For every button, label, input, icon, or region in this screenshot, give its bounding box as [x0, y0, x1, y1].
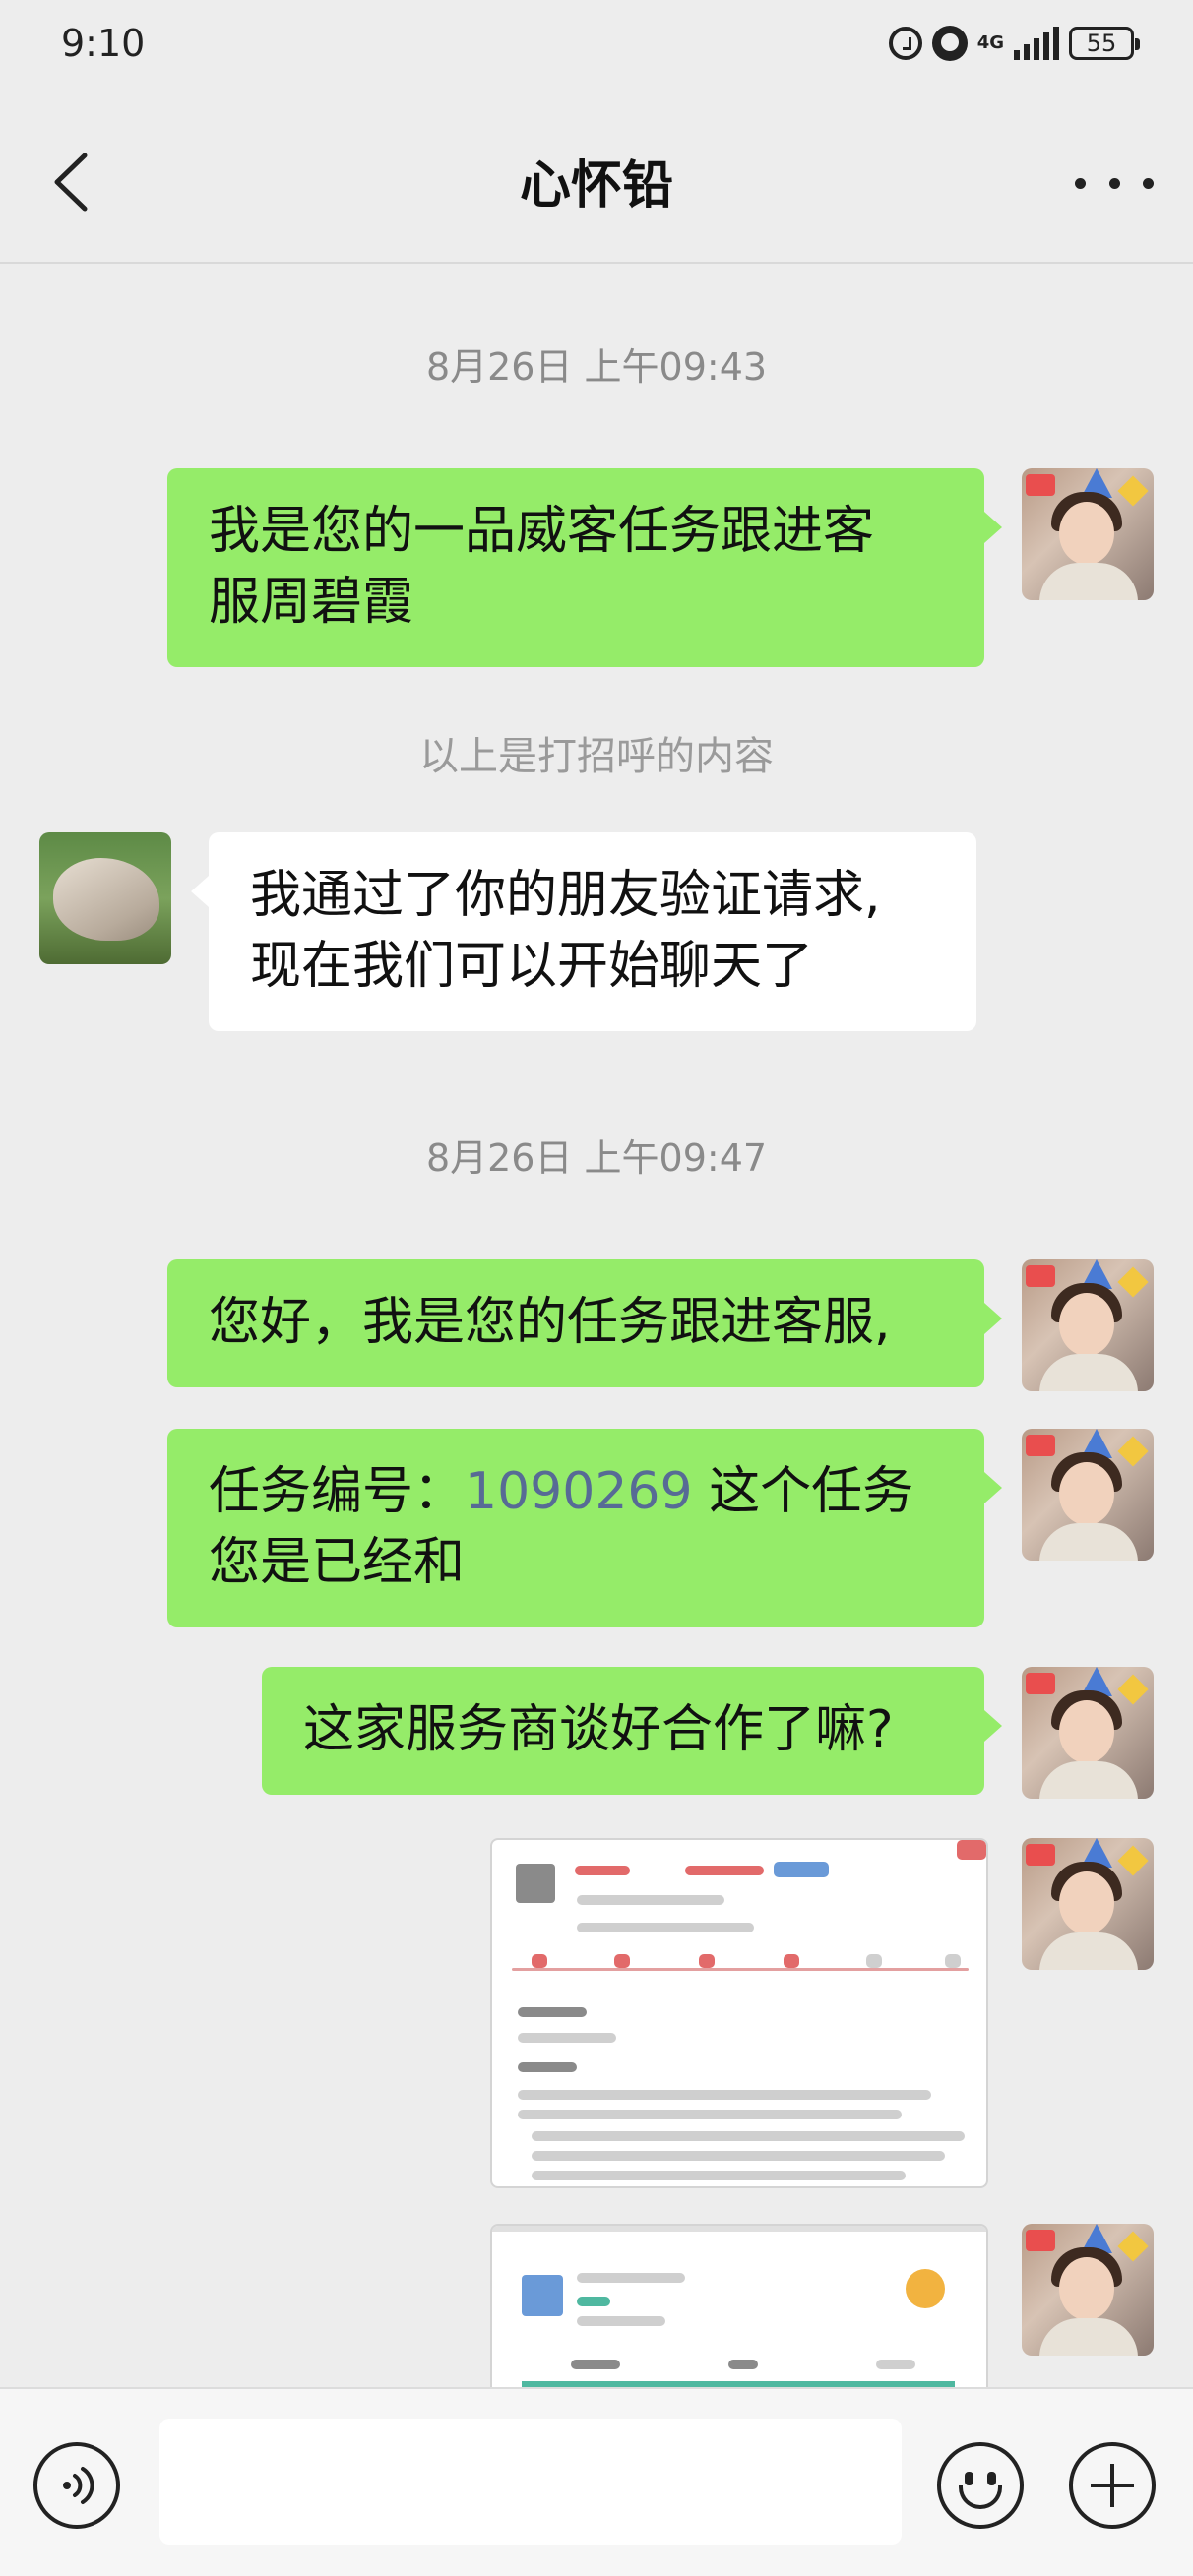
voice-button[interactable]: [33, 2442, 120, 2529]
message-line: 我是您的一品威客任务跟进客: [209, 502, 875, 561]
emoji-button[interactable]: [937, 2442, 1024, 2529]
message-line: 您好，我是您的任务跟进客服,: [209, 1293, 891, 1352]
message-line: 现在我们可以开始聊天了: [250, 937, 814, 996]
system-note: 以上是打招呼的内容: [419, 734, 774, 779]
message-line: 任务编号：1090269 这个任务: [209, 1456, 943, 1527]
voice-icon: [63, 2467, 94, 2504]
message-bubble-me[interactable]: 任务编号：1090269 这个任务 您是已经和: [167, 1429, 1002, 1627]
message-text: 这个任务: [692, 1462, 914, 1521]
avatar-me[interactable]: [1022, 468, 1154, 600]
message-line: 这家服务商谈好合作了嘛?: [303, 1700, 894, 1759]
status-bar: 9:10 4G 55: [0, 0, 1193, 98]
task-number-link[interactable]: 1090269: [465, 1462, 693, 1521]
sync-icon: [888, 27, 922, 60]
message-line: 服周碧霞: [209, 573, 414, 632]
status-icons: 4G 55: [888, 26, 1140, 61]
chat-title: 心怀铅: [519, 156, 673, 215]
avatar-other[interactable]: [39, 832, 171, 964]
task-number-label: 任务编号：: [209, 1462, 466, 1521]
avatar-me[interactable]: [1022, 1667, 1154, 1799]
avatar-me[interactable]: [1022, 1259, 1154, 1391]
message-input[interactable]: [159, 2419, 902, 2545]
message-line: 您是已经和: [209, 1533, 466, 1592]
more-dots-icon: [1075, 177, 1086, 189]
message-bubble-me[interactable]: 您好，我是您的任务跟进客服,: [167, 1259, 1002, 1387]
battery-level: 55: [1086, 30, 1117, 57]
chat-header: 心怀铅: [0, 98, 1193, 264]
battery-icon: 55: [1069, 27, 1140, 60]
avatar-me[interactable]: [1022, 1429, 1154, 1561]
status-time: 9:10: [61, 22, 146, 65]
message-line: 我通过了你的朋友验证请求,: [250, 866, 881, 925]
timestamp: 8月26日 上午09:43: [425, 345, 768, 389]
more-button[interactable]: [1075, 153, 1154, 213]
network-type-label: 4G: [976, 32, 1004, 53]
signal-icon: [1014, 27, 1059, 60]
timestamp: 8月26日 上午09:47: [425, 1136, 768, 1180]
message-bubble-other[interactable]: 我通过了你的朋友验证请求, 现在我们可以开始聊天了: [191, 832, 976, 1031]
image-message[interactable]: [490, 2224, 988, 2389]
input-bar: [0, 2387, 1193, 2576]
plus-button[interactable]: [1069, 2442, 1156, 2529]
image-message[interactable]: [490, 1838, 988, 2188]
avatar-me[interactable]: [1022, 1838, 1154, 1970]
alarm-icon: [931, 26, 968, 61]
message-bubble-me[interactable]: 这家服务商谈好合作了嘛?: [262, 1667, 1002, 1795]
avatar-me[interactable]: [1022, 2224, 1154, 2356]
message-bubble-me[interactable]: 我是您的一品威客任务跟进客 服周碧霞: [167, 468, 1002, 667]
